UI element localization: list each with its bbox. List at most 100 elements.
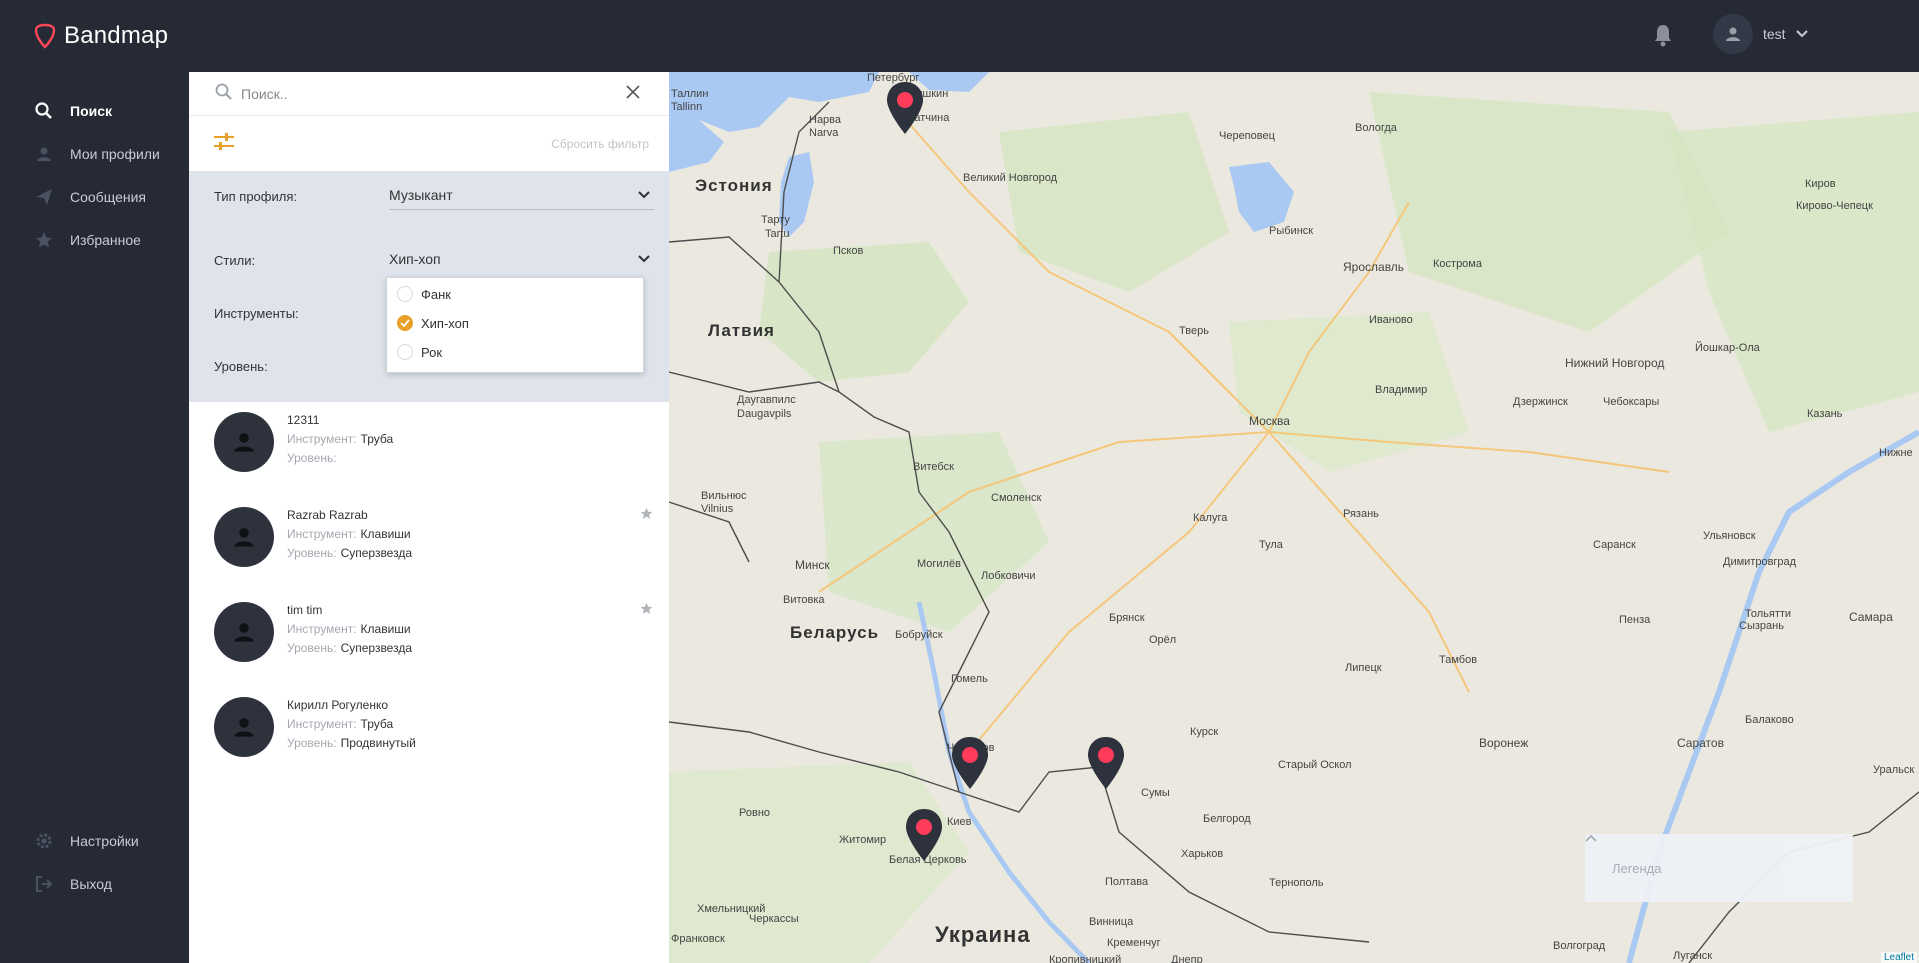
style-option-hiphop[interactable]: Хип-хоп: [397, 315, 469, 331]
sidebar-item-label: Поиск: [70, 103, 113, 119]
map-city-label: Тула: [1259, 539, 1283, 551]
search-bar: [189, 72, 669, 116]
result-level: Уровень: Суперзвезда: [287, 641, 413, 655]
map-marker-icon[interactable]: [904, 807, 944, 863]
map-city-label: Могилёв: [917, 558, 961, 570]
map-city-label: Сызрань: [1739, 620, 1784, 632]
result-name: Кирилл Рогуленко: [287, 698, 389, 712]
map-city-label: Тернополь: [1269, 877, 1324, 889]
user-name: test: [1763, 26, 1786, 42]
map-city-label: Вильнюс: [701, 490, 747, 502]
map-city-label: Орёл: [1149, 634, 1177, 646]
sidebar-item-settings[interactable]: Настройки: [34, 829, 139, 853]
result-name: tim tim: [287, 603, 323, 617]
sidebar-item-label: Избранное: [70, 232, 141, 248]
favorite-star-icon[interactable]: [640, 602, 653, 615]
chevron-up-icon[interactable]: [1585, 834, 1597, 842]
map-city-label: Лобковичи: [981, 570, 1036, 582]
map-city-label: Тольятти: [1745, 608, 1792, 620]
map-city-label: Кострома: [1433, 258, 1482, 270]
checkmark-icon: [397, 315, 413, 331]
profile-type-label: Тип профиля:: [214, 189, 297, 204]
user-icon: [234, 433, 254, 452]
map-city-label: Чебоксары: [1603, 396, 1660, 408]
app-title: Bandmap: [64, 22, 169, 49]
map-city-label: Липецк: [1345, 662, 1382, 674]
list-item[interactable]: Razrab Razrab Инструмент: Клавиши Уровень…: [214, 507, 654, 577]
map-marker-icon[interactable]: [885, 80, 925, 136]
user-menu[interactable]: test: [1713, 14, 1808, 54]
user-icon: [234, 528, 254, 547]
map-city-label: Самара: [1849, 610, 1893, 624]
profile-type-value: Музыкант: [389, 187, 453, 203]
map-city-label: Narva: [809, 127, 839, 139]
map-city-label: Бобруйск: [895, 629, 943, 641]
list-item[interactable]: Кирилл Рогуленко Инструмент: Труба Уровен…: [214, 697, 654, 767]
filter-sliders-icon[interactable]: [213, 132, 235, 152]
profile-type-select[interactable]: Музыкант: [389, 187, 654, 210]
bell-icon[interactable]: [1652, 22, 1674, 48]
result-name: Razrab Razrab: [287, 508, 368, 522]
map-city-label: Казань: [1807, 408, 1843, 420]
sidebar-item-favorites[interactable]: Избранное: [34, 228, 141, 252]
search-input[interactable]: [241, 82, 591, 106]
styles-value: Хип-хоп: [389, 251, 441, 267]
sidebar-item-search[interactable]: Поиск: [34, 99, 112, 123]
search-icon: [215, 83, 232, 100]
map-city-label: Белгород: [1203, 813, 1251, 825]
map-marker-icon[interactable]: [950, 735, 990, 791]
map-country-label: Латвия: [708, 321, 775, 340]
map-city-label: Череповец: [1219, 130, 1275, 142]
star-icon: [34, 230, 54, 250]
close-icon[interactable]: [626, 85, 640, 99]
map-city-label: Франковск: [671, 933, 725, 945]
map[interactable]: Петербург Пушкин Таллин Tallinn Нарва Na…: [669, 72, 1919, 963]
style-option-funk[interactable]: Фанк: [397, 286, 451, 302]
styles-label: Стили:: [214, 253, 256, 268]
avatar: [1713, 14, 1753, 54]
logout-icon: [34, 874, 54, 894]
map-city-label: Нижний Новгород: [1565, 356, 1665, 370]
logo[interactable]: Bandmap: [34, 22, 168, 50]
map-attribution-link[interactable]: Leaflet: [1880, 952, 1917, 963]
sidebar-item-my-profiles[interactable]: Мои профили: [34, 142, 160, 166]
favorite-star-icon[interactable]: [640, 507, 653, 520]
result-level: Уровень:: [287, 451, 337, 465]
map-city-label: Луганск: [1673, 950, 1713, 962]
styles-select[interactable]: Хип-хоп: [389, 251, 654, 267]
map-country-label: Беларусь: [790, 623, 880, 642]
map-city-label: Саранск: [1593, 539, 1636, 551]
map-city-label: Великий Новгород: [963, 172, 1058, 184]
map-marker-icon[interactable]: [1086, 735, 1126, 791]
map-city-label: Дзержинск: [1513, 396, 1568, 408]
chevron-down-icon: [638, 255, 650, 263]
avatar: [214, 507, 274, 567]
map-city-label: Воронеж: [1479, 736, 1529, 750]
style-option-rock[interactable]: Рок: [397, 344, 442, 360]
sidebar-item-messages[interactable]: Сообщения: [34, 185, 146, 209]
guitar-pick-logo-icon: [34, 23, 56, 49]
list-item[interactable]: tim tim Инструмент: Клавиши Уровень: Супер…: [214, 602, 654, 672]
search-icon: [34, 101, 54, 121]
map-city-label: Минск: [795, 558, 830, 572]
map-city-label: Харьков: [1181, 848, 1224, 860]
avatar: [214, 602, 274, 662]
search-panel: Сбросить фильтр Тип профиля: Музыкант Ст…: [189, 72, 669, 963]
reset-filter-link[interactable]: Сбросить фильтр: [551, 137, 649, 151]
map-legend[interactable]: Легенда: [1585, 834, 1853, 902]
result-instrument: Инструмент: Труба: [287, 717, 394, 731]
map-city-label: Рязань: [1343, 508, 1379, 520]
filter-toolbar: Сбросить фильтр: [189, 116, 669, 171]
map-city-label: Житомир: [839, 834, 887, 846]
result-instrument: Инструмент: Клавиши: [287, 622, 411, 636]
sidebar-item-logout[interactable]: Выход: [34, 872, 112, 896]
map-city-label: Тверь: [1179, 325, 1209, 337]
map-city-label: Витовка: [783, 594, 825, 606]
map-city-label: Волгоград: [1553, 940, 1606, 952]
result-instrument: Инструмент: Клавиши: [287, 527, 411, 541]
list-item[interactable]: 12311 Инструмент: Труба Уровень:: [214, 412, 654, 482]
map-city-label: Полтава: [1105, 876, 1149, 888]
map-city-label: Балаково: [1745, 714, 1794, 726]
map-background: [669, 72, 1919, 963]
user-icon: [234, 718, 254, 737]
